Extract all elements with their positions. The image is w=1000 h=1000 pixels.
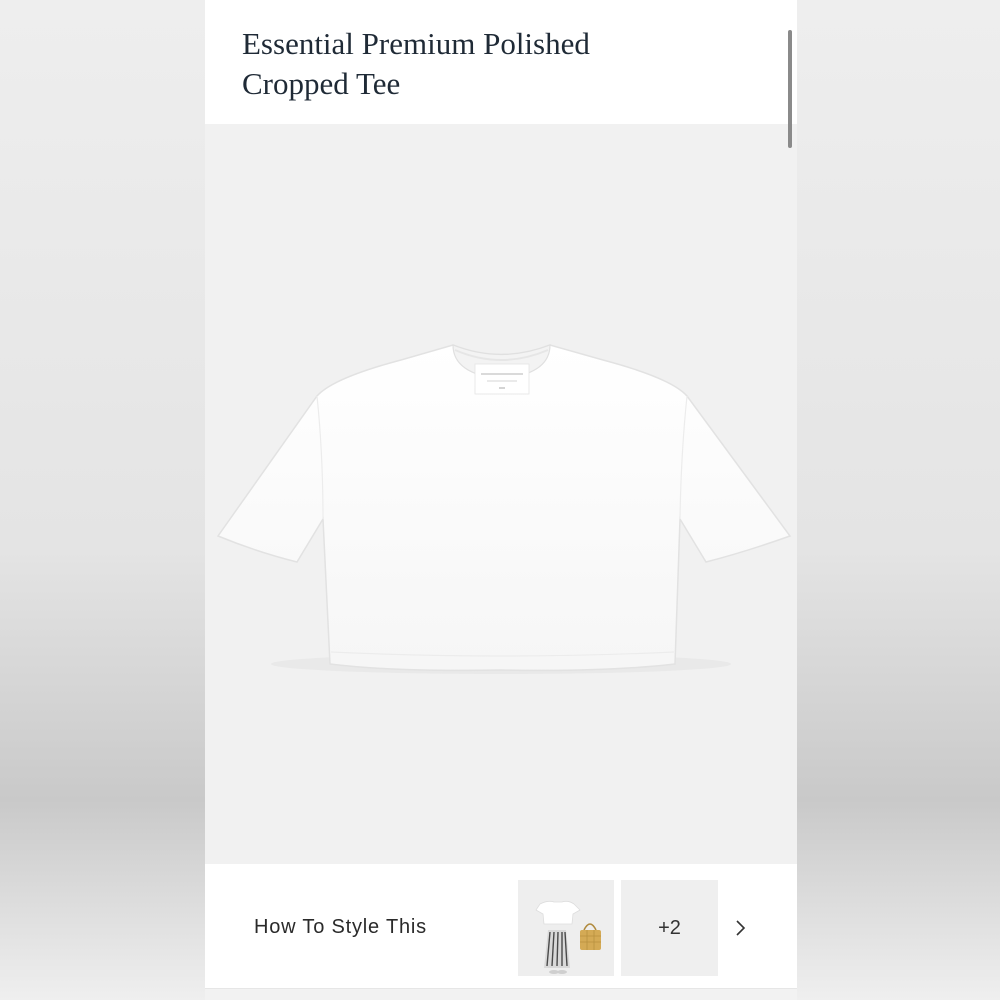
- product-title: Essential Premium Polished Cropped Tee: [242, 24, 662, 104]
- next-button[interactable]: [729, 914, 753, 942]
- product-title-line-2: Cropped Tee: [242, 66, 401, 101]
- section-divider: [205, 988, 797, 1000]
- how-to-style-label: How To Style This: [254, 916, 427, 938]
- outfit-thumbnail-image: [535, 900, 601, 974]
- how-to-style-section: How To Style This +2: [205, 864, 797, 988]
- product-panel: Essential Premium Polished Cropped Tee H…: [205, 0, 797, 1000]
- more-outfits-count: +2: [658, 916, 681, 939]
- product-image[interactable]: [205, 124, 797, 864]
- cropped-tee-image: [216, 344, 792, 674]
- more-outfits-button[interactable]: +2: [621, 880, 718, 976]
- scrollbar[interactable]: [788, 30, 792, 148]
- outfit-thumbnail[interactable]: [518, 880, 614, 976]
- product-title-line-1: Essential Premium Polished: [242, 26, 590, 61]
- product-header: Essential Premium Polished Cropped Tee: [205, 0, 797, 124]
- chevron-right-icon: [736, 920, 746, 936]
